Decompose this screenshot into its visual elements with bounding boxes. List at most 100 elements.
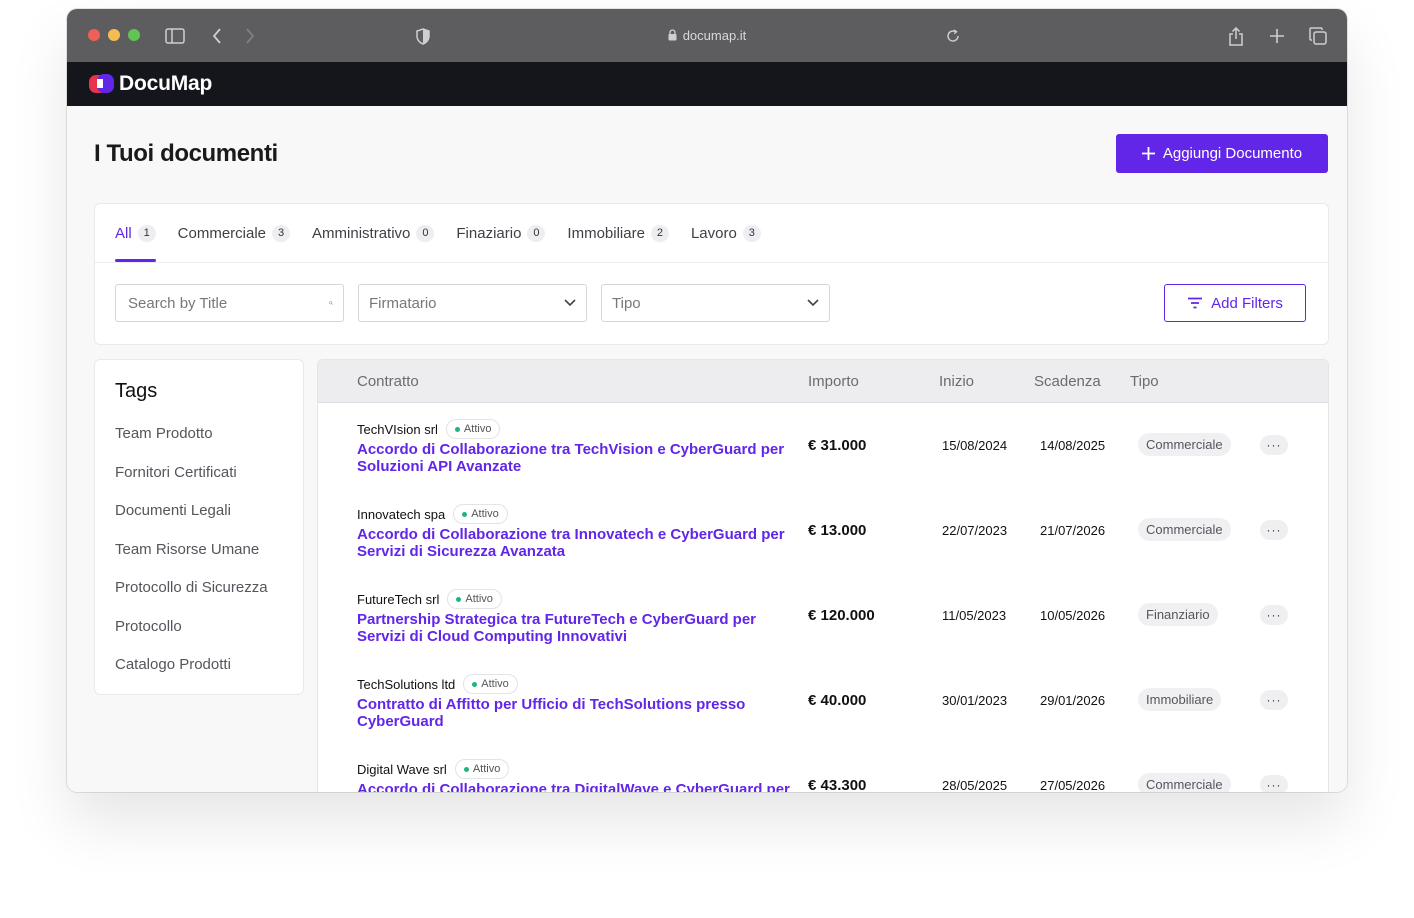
table-row[interactable]: FutureTech srl Attivo Partnership Strate…: [318, 573, 1328, 659]
document-title-link[interactable]: Partnership Strategica tra FutureTech e …: [357, 611, 797, 645]
tab-label: Immobiliare: [567, 224, 645, 242]
type-badge: Commerciale: [1138, 773, 1231, 792]
tab-label: Lavoro: [690, 224, 737, 242]
tab-count-badge: 3: [272, 224, 291, 242]
forward-icon[interactable]: [239, 25, 261, 47]
status-badge: Attivo: [454, 759, 510, 779]
chevron-down-icon: [564, 299, 576, 307]
table-row[interactable]: TechVIsion srl Attivo Accordo di Collabo…: [318, 403, 1328, 489]
tag-item[interactable]: Protocollo di Sicurezza: [115, 579, 268, 596]
end-date: 27/05/2026: [1040, 778, 1106, 792]
amount-value: € 40.000: [808, 692, 867, 709]
start-date: 22/07/2023: [942, 523, 1008, 538]
amount-value: € 31.000: [808, 437, 867, 454]
document-title-link[interactable]: Accordo di Collaborazione tra DigitalWav…: [357, 781, 797, 792]
tags-panel: Tags Team Prodotto Fornitori Certificati…: [94, 359, 304, 695]
document-title-link[interactable]: Accordo di Collaborazione tra TechVision…: [357, 441, 797, 475]
minimize-window-button[interactable]: [108, 29, 120, 41]
end-date: 21/07/2026: [1040, 523, 1106, 538]
search-field: [115, 284, 344, 322]
sidebar-toggle-icon[interactable]: [164, 25, 186, 47]
category-tabs: All 1 Commerciale 3 Amministrativo 0 Fin…: [115, 204, 761, 262]
filters-panel: All 1 Commerciale 3 Amministrativo 0 Fin…: [94, 203, 1329, 345]
tab-label: Finaziario: [456, 224, 522, 242]
status-dot-icon: [462, 511, 468, 517]
more-actions-button[interactable]: ···: [1260, 435, 1288, 455]
page-title: I Tuoi documenti: [94, 140, 278, 167]
table-row[interactable]: TechSolutions ltd Attivo Contratto di Af…: [318, 658, 1328, 744]
tab-lavoro[interactable]: Lavoro 3: [691, 204, 761, 262]
tab-commerciale[interactable]: Commerciale 3: [177, 204, 291, 262]
add-filters-button[interactable]: Add Filters: [1164, 284, 1306, 322]
amount-value: € 13.000: [808, 522, 867, 539]
more-actions-button[interactable]: ···: [1260, 520, 1288, 540]
add-filters-label: Add Filters: [1211, 294, 1283, 312]
app-logo[interactable]: DocuMap: [89, 72, 212, 96]
tab-finaziario[interactable]: Finaziario 0: [456, 204, 546, 262]
tipo-select[interactable]: Tipo: [601, 284, 830, 322]
status-badge: Attivo: [447, 589, 502, 609]
app-name: DocuMap: [119, 72, 213, 95]
browser-toolbar: documap.it: [67, 9, 1347, 62]
browser-window: documap.it DocuMap I Tuoi documenti Aggi…: [67, 9, 1347, 792]
column-header-contratto[interactable]: Contratto: [357, 373, 419, 390]
plus-icon: [1141, 147, 1155, 160]
type-badge: Immobiliare: [1138, 688, 1222, 711]
status-dot-icon: [456, 596, 462, 602]
table-row[interactable]: Innovatech spa Attivo Accordo di Collabo…: [318, 488, 1328, 574]
share-icon[interactable]: [1225, 25, 1247, 47]
status-badge: Attivo: [463, 674, 518, 694]
tabs-divider: [95, 262, 1328, 263]
back-icon[interactable]: [206, 25, 228, 47]
tags-title: Tags: [115, 380, 158, 402]
tag-item[interactable]: Fornitori Certificati: [115, 464, 237, 481]
firmatario-select[interactable]: Firmatario: [358, 284, 587, 322]
document-title-link[interactable]: Accordo di Collaborazione tra Innovatech…: [357, 526, 797, 560]
reload-icon[interactable]: [942, 25, 964, 47]
company-name: TechVIsion srl: [357, 421, 438, 437]
amount-value: € 43.300: [808, 777, 867, 792]
maximize-window-button[interactable]: [128, 29, 140, 41]
tag-item[interactable]: Team Prodotto: [115, 425, 213, 442]
filter-icon: [1188, 297, 1203, 309]
amount-value: € 120.000: [808, 607, 875, 624]
type-badge: Commerciale: [1138, 433, 1231, 456]
tipo-select-label: Tipo: [612, 294, 641, 312]
start-date: 11/05/2023: [942, 608, 1007, 623]
tag-item[interactable]: Catalogo Prodotti: [115, 656, 231, 673]
tab-amministrativo[interactable]: Amministrativo 0: [312, 204, 435, 262]
tab-all[interactable]: All 1: [115, 204, 156, 262]
tab-label: Amministrativo: [312, 224, 411, 242]
search-input[interactable]: [126, 293, 329, 313]
tag-item[interactable]: Documenti Legali: [115, 502, 231, 519]
privacy-shield-icon[interactable]: [412, 25, 434, 47]
tag-item[interactable]: Team Risorse Umane: [115, 541, 259, 558]
address-bar[interactable]: documap.it: [627, 25, 787, 45]
new-tab-icon[interactable]: [1266, 25, 1288, 47]
column-header-tipo[interactable]: Tipo: [1130, 373, 1159, 390]
company-name: FutureTech srl: [357, 591, 440, 607]
tab-count-badge: 2: [650, 224, 669, 242]
start-date: 15/08/2024: [942, 438, 1008, 453]
more-actions-button[interactable]: ···: [1260, 605, 1288, 625]
table-row[interactable]: Digital Wave srl Attivo Accordo di Colla…: [318, 743, 1328, 792]
column-header-inizio[interactable]: Inizio: [939, 373, 974, 390]
more-actions-button[interactable]: ···: [1260, 775, 1288, 792]
tab-count-badge: 1: [137, 224, 156, 242]
status-label: Attivo: [465, 593, 493, 605]
document-title-link[interactable]: Contratto di Affitto per Ufficio di Tech…: [357, 696, 797, 730]
status-label: Attivo: [463, 423, 492, 435]
tab-label: All: [115, 224, 132, 242]
more-actions-button[interactable]: ···: [1260, 690, 1288, 710]
add-document-button[interactable]: Aggiungi Documento: [1116, 134, 1328, 173]
search-icon[interactable]: [329, 294, 333, 312]
close-window-button[interactable]: [88, 29, 100, 41]
column-header-importo[interactable]: Importo: [808, 373, 859, 390]
tag-item[interactable]: Protocollo: [115, 618, 182, 635]
end-date: 29/01/2026: [1040, 693, 1106, 708]
tab-overview-icon[interactable]: [1307, 25, 1329, 47]
column-header-scadenza[interactable]: Scadenza: [1034, 373, 1101, 390]
tab-label: Commerciale: [177, 224, 267, 242]
status-dot-icon: [463, 766, 469, 772]
tab-immobiliare[interactable]: Immobiliare 2: [567, 204, 669, 262]
